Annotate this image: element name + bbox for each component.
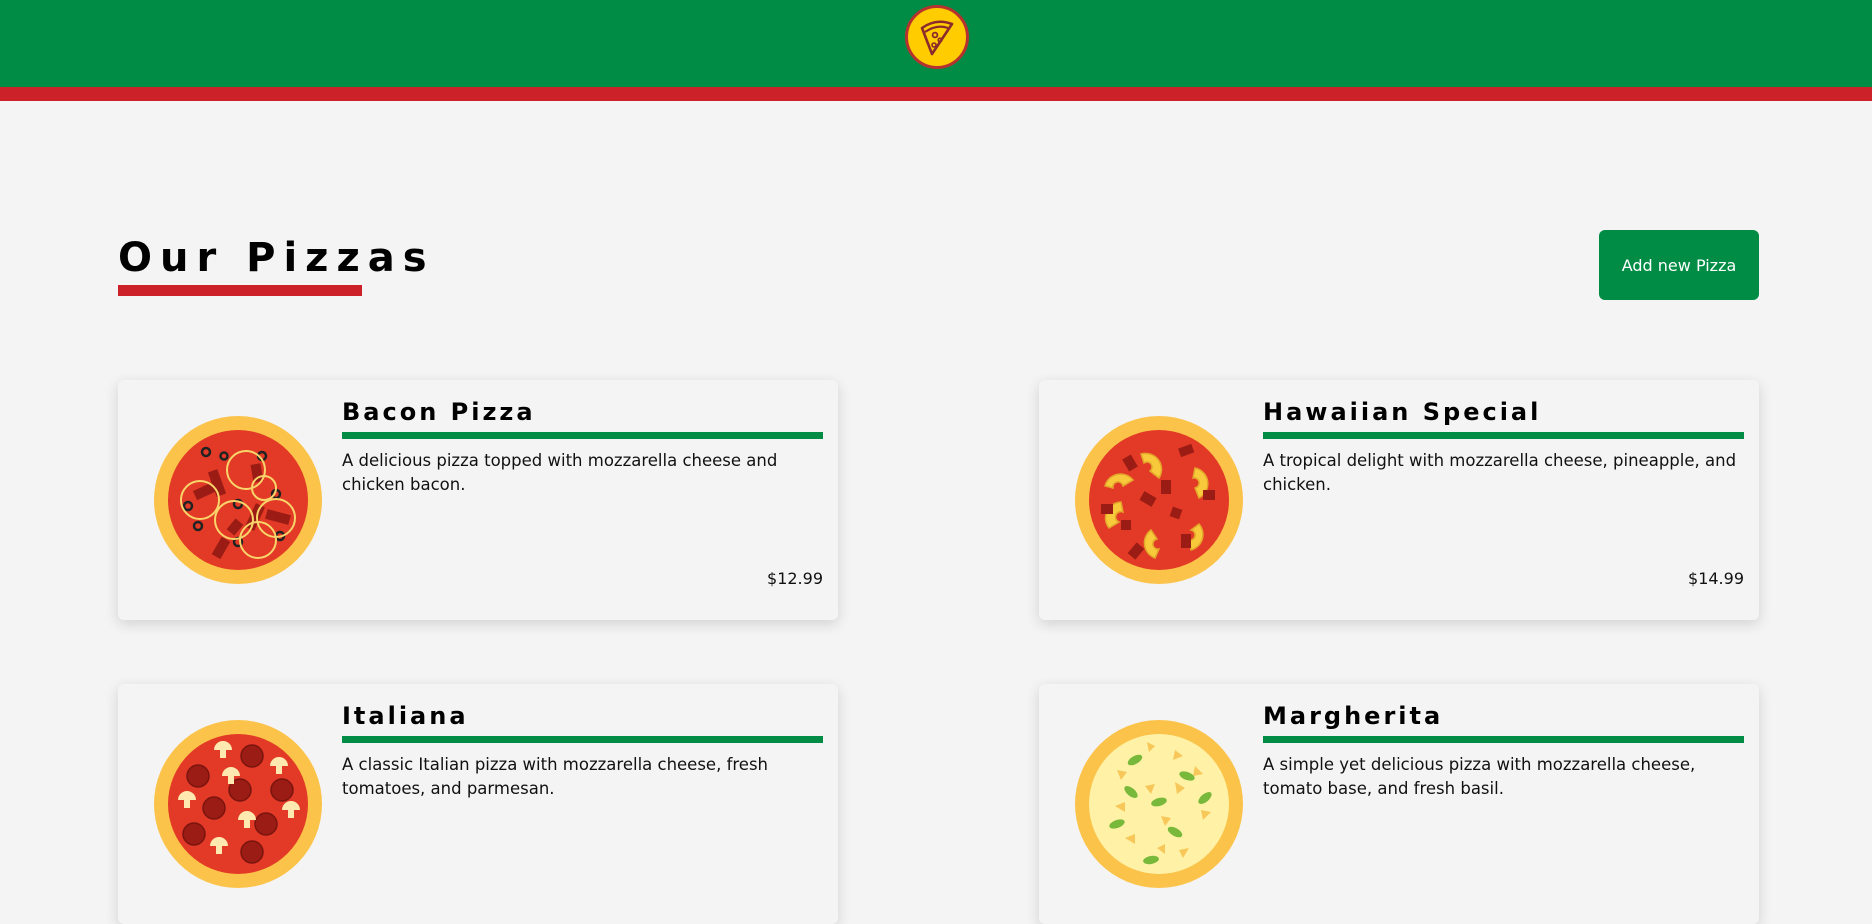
pizza-info: Italiana A classic Italian pizza with mo… [342,702,823,912]
pizza-name-underline [1263,432,1744,439]
pizza-name-underline [1263,736,1744,743]
pizza-name: Hawaiian Special [1263,398,1542,426]
pizza-card[interactable]: Hawaiian Special A tropical delight with… [1039,380,1759,620]
pizza-card[interactable]: Italiana A classic Italian pizza with mo… [118,684,838,924]
pizza-name-underline [342,432,823,439]
pizza-description: A classic Italian pizza with mozzarella … [342,755,769,798]
add-new-pizza-button[interactable]: Add new Pizza [1599,230,1759,300]
page-title-underline [118,285,362,296]
pizza-description: A tropical delight with mozzarella chees… [1263,451,1737,494]
pizza-price: $12.99 [767,569,823,588]
italiana-pizza-icon [154,720,322,888]
bacon-pizza-icon [154,416,322,584]
page-title-section: Our Pizzas [118,236,435,296]
navbar-accent-stripe [0,87,1872,101]
margherita-pizza-icon [1075,720,1243,888]
pizza-name-underline [342,736,823,743]
pizza-name: Margherita [1263,702,1444,730]
pizza-card[interactable]: Margherita A simple yet delicious pizza … [1039,684,1759,924]
pizza-info: Margherita A simple yet delicious pizza … [1263,702,1744,912]
pizza-info: Hawaiian Special A tropical delight with… [1263,398,1744,608]
pizza-card[interactable]: Bacon Pizza A delicious pizza topped wit… [118,380,838,620]
pizza-price: $14.99 [1688,569,1744,588]
pizza-description: A delicious pizza topped with mozzarella… [342,451,778,494]
page-title: Our Pizzas [118,235,435,281]
pizza-name: Bacon Pizza [342,398,536,426]
pizza-logo-icon[interactable] [905,5,969,69]
pizza-description: A simple yet delicious pizza with mozzar… [1263,755,1696,798]
hawaiian-pizza-icon [1075,416,1243,584]
pizza-name: Italiana [342,702,469,730]
pizza-info: Bacon Pizza A delicious pizza topped wit… [342,398,823,608]
